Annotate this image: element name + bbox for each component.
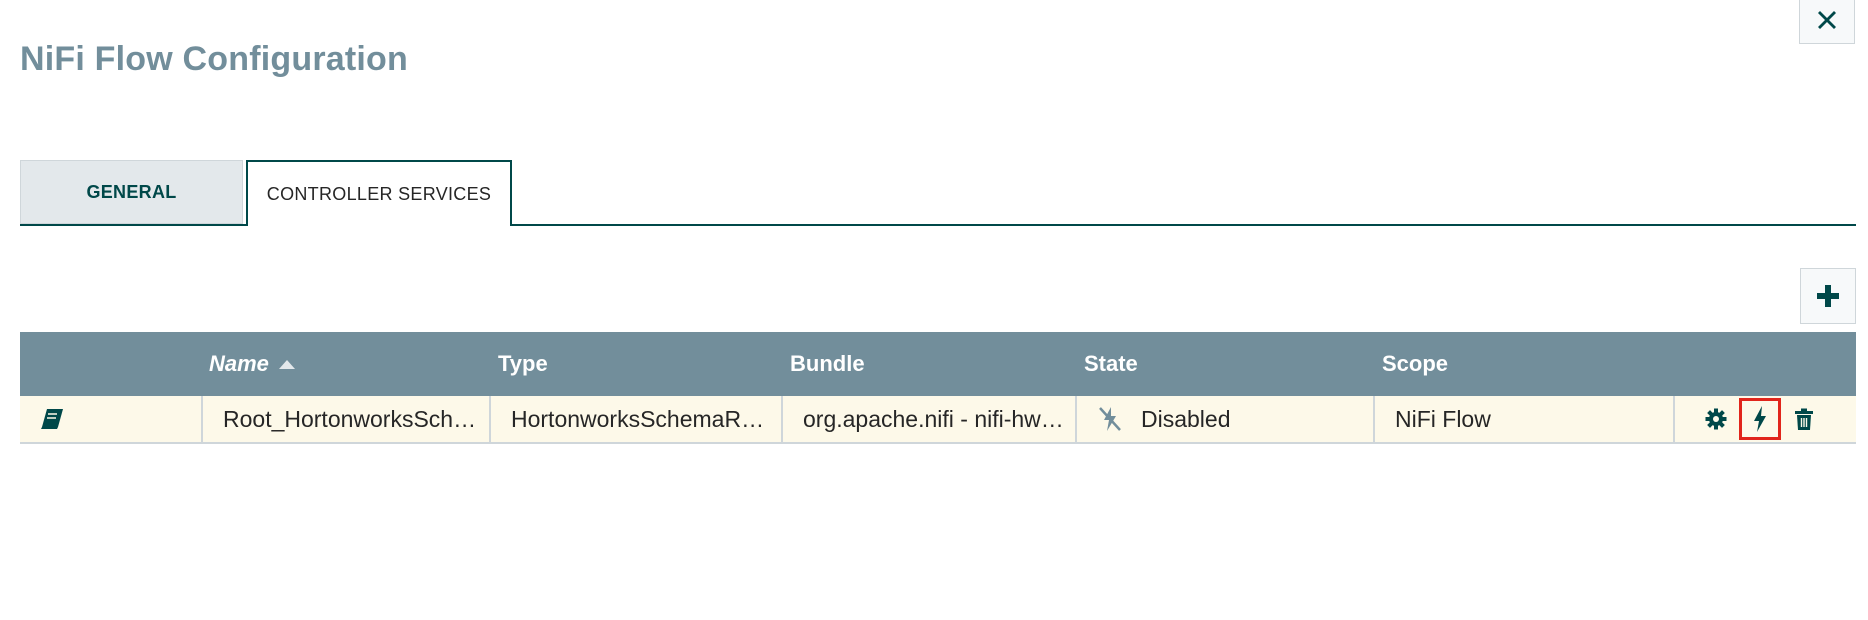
page-title: NiFi Flow Configuration	[20, 40, 408, 78]
service-scope: NiFi Flow	[1395, 405, 1491, 432]
cell-name: Root_HortonworksSch…	[203, 396, 491, 442]
cell-state: Disabled	[1077, 396, 1375, 442]
enable-button[interactable]	[1739, 398, 1781, 440]
column-header-state[interactable]: State	[1084, 332, 1138, 396]
cell-actions	[1675, 396, 1856, 442]
tab-controller-services[interactable]: CONTROLLER SERVICES	[246, 160, 512, 226]
delete-button[interactable]	[1789, 404, 1819, 434]
add-controller-service-button[interactable]	[1800, 268, 1856, 324]
close-button[interactable]	[1799, 0, 1855, 44]
service-state: Disabled	[1141, 405, 1231, 432]
disabled-icon	[1097, 405, 1123, 433]
bolt-icon	[1754, 406, 1766, 432]
service-bundle: org.apache.nifi - nifi-hw…	[803, 405, 1064, 432]
sort-ascending-icon	[278, 360, 295, 369]
plus-icon	[1817, 285, 1839, 307]
close-icon	[1818, 11, 1836, 29]
column-header-type[interactable]: Type	[498, 332, 548, 396]
row-info-cell	[20, 396, 203, 442]
tab-general[interactable]: GENERAL	[20, 160, 243, 224]
service-type: HortonworksSchemaR…	[511, 405, 765, 432]
trash-icon	[1795, 408, 1813, 430]
column-header-scope[interactable]: Scope	[1382, 332, 1448, 396]
nifi-flow-configuration-dialog: NiFi Flow Configuration GENERAL CONTROLL…	[0, 0, 1868, 620]
cell-scope: NiFi Flow	[1375, 396, 1675, 442]
service-name: Root_HortonworksSch…	[223, 405, 477, 432]
table-header: Name Type Bundle State Scope	[20, 332, 1856, 396]
table-row[interactable]: Root_HortonworksSch… HortonworksSchemaR……	[20, 396, 1856, 444]
column-header-name[interactable]: Name	[209, 332, 295, 396]
column-header-bundle[interactable]: Bundle	[790, 332, 865, 396]
cell-type: HortonworksSchemaR…	[491, 396, 783, 442]
gear-icon	[1705, 408, 1727, 430]
column-header-name-label: Name	[209, 351, 269, 376]
book-icon[interactable]	[40, 408, 64, 430]
cell-bundle: org.apache.nifi - nifi-hw…	[783, 396, 1077, 442]
configure-button[interactable]	[1701, 404, 1731, 434]
